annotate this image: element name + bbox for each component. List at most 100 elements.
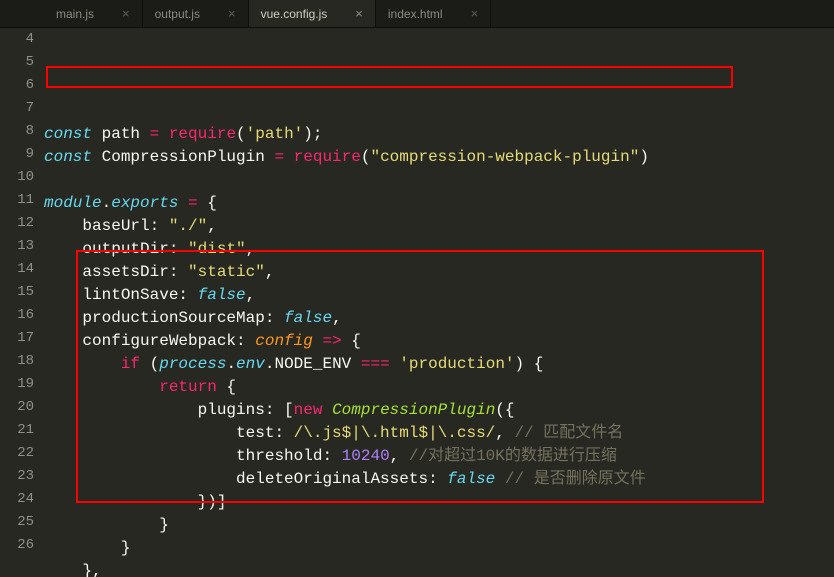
code-token: "./" xyxy=(169,217,207,235)
code-line[interactable]: } xyxy=(44,514,834,537)
code-line[interactable]: threshold: 10240, //对超过10K的数据进行压缩 xyxy=(44,445,834,468)
code-token: = xyxy=(188,194,198,212)
code-token: .NODE_ENV xyxy=(265,355,361,373)
tab[interactable]: output.js × xyxy=(143,0,249,27)
code-token: "dist" xyxy=(188,240,246,258)
code-line[interactable]: } xyxy=(44,537,834,560)
code-token xyxy=(178,194,188,212)
tab-label: output.js xyxy=(155,7,200,21)
code-line[interactable] xyxy=(44,169,834,192)
code-token: config xyxy=(255,332,313,350)
line-number: 9 xyxy=(0,143,44,166)
code-token: baseUrl: xyxy=(44,217,169,235)
code-token: 'path' xyxy=(246,125,304,143)
line-number: 14 xyxy=(0,258,44,281)
code-token: ( xyxy=(236,125,246,143)
tab-label: index.html xyxy=(388,7,443,21)
code-token: , xyxy=(246,240,256,258)
code-line[interactable]: if (process.env.NODE_ENV === 'production… xyxy=(44,353,834,376)
code-token: require xyxy=(294,148,361,166)
code-token xyxy=(44,355,121,373)
code-line[interactable]: productionSourceMap: false, xyxy=(44,307,834,330)
code-token: "compression-webpack-plugin" xyxy=(370,148,639,166)
code-line[interactable]: })] xyxy=(44,491,834,514)
line-number: 15 xyxy=(0,281,44,304)
code-token xyxy=(313,332,323,350)
code-token: . xyxy=(102,194,112,212)
code-line[interactable]: outputDir: "dist", xyxy=(44,238,834,261)
code-content[interactable]: const path = require('path');const Compr… xyxy=(44,28,834,577)
close-icon[interactable]: × xyxy=(471,6,479,21)
code-token: { xyxy=(217,378,236,396)
code-line[interactable]: module.exports = { xyxy=(44,192,834,215)
line-number: 22 xyxy=(0,442,44,465)
close-icon[interactable]: × xyxy=(228,6,236,21)
code-token: = xyxy=(274,148,293,166)
code-line[interactable]: return { xyxy=(44,376,834,399)
code-token: const xyxy=(44,148,102,166)
line-number: 23 xyxy=(0,465,44,488)
code-token: ( xyxy=(140,355,159,373)
code-token: { xyxy=(342,332,361,350)
code-line[interactable]: plugins: [new CompressionPlugin({ xyxy=(44,399,834,422)
line-number: 20 xyxy=(0,396,44,419)
code-token: CompressionPlugin xyxy=(102,148,275,166)
tab-label: main.js xyxy=(56,7,94,21)
code-token: return xyxy=(159,378,217,396)
code-token xyxy=(44,378,159,396)
code-line[interactable]: deleteOriginalAssets: false // 是否删除原文件 xyxy=(44,468,834,491)
code-token: test: xyxy=(44,424,294,442)
line-number: 12 xyxy=(0,212,44,235)
code-token: }, xyxy=(44,562,102,577)
line-number: 13 xyxy=(0,235,44,258)
line-number: 4 xyxy=(0,28,44,51)
code-token: require xyxy=(169,125,236,143)
line-number: 17 xyxy=(0,327,44,350)
line-number: 10 xyxy=(0,166,44,189)
code-token: ) { xyxy=(515,355,544,373)
code-token: lintOnSave: xyxy=(44,286,198,304)
tab[interactable]: vue.config.js × xyxy=(249,0,376,27)
code-token: => xyxy=(322,332,341,350)
code-line[interactable]: const path = require('path'); xyxy=(44,123,834,146)
code-token: //对超过10K的数据进行压缩 xyxy=(409,447,617,465)
code-token: assetsDir: xyxy=(44,263,188,281)
code-token: } xyxy=(44,516,169,534)
code-line[interactable]: configureWebpack: config => { xyxy=(44,330,834,353)
code-token: configureWebpack: xyxy=(44,332,255,350)
tab[interactable]: index.html × xyxy=(376,0,491,27)
code-line[interactable]: assetsDir: "static", xyxy=(44,261,834,284)
code-line[interactable] xyxy=(44,100,834,123)
code-token: // 是否删除原文件 xyxy=(505,470,646,488)
code-token: false xyxy=(198,286,246,304)
code-token: = xyxy=(150,125,169,143)
code-token: productionSourceMap: xyxy=(44,309,284,327)
tabs-bar: main.js×output.js×vue.config.js×index.ht… xyxy=(0,0,834,28)
line-number: 16 xyxy=(0,304,44,327)
line-number: 19 xyxy=(0,373,44,396)
code-token: } xyxy=(44,539,130,557)
code-token: env xyxy=(236,355,265,373)
code-token: /\.js$|\.html$|\.css/ xyxy=(294,424,496,442)
tab[interactable]: main.js × xyxy=(44,0,143,27)
line-number: 8 xyxy=(0,120,44,143)
code-token: // 匹配文件名 xyxy=(514,424,623,442)
close-icon[interactable]: × xyxy=(355,6,363,21)
code-token xyxy=(495,470,505,488)
code-line[interactable]: baseUrl: "./", xyxy=(44,215,834,238)
code-line[interactable]: }, xyxy=(44,560,834,577)
code-token: threshold: xyxy=(44,447,342,465)
code-line[interactable]: const CompressionPlugin = require("compr… xyxy=(44,146,834,169)
code-token: , xyxy=(495,424,514,442)
code-editor: main.js×output.js×vue.config.js×index.ht… xyxy=(0,0,834,577)
close-icon[interactable]: × xyxy=(122,6,130,21)
code-token: , xyxy=(390,447,409,465)
code-line[interactable]: test: /\.js$|\.html$|\.css/, // 匹配文件名 xyxy=(44,422,834,445)
code-token: , xyxy=(332,309,342,327)
code-token: outputDir: xyxy=(44,240,188,258)
code-token: ) xyxy=(639,148,649,166)
tab-label: vue.config.js xyxy=(261,7,328,21)
code-line[interactable]: lintOnSave: false, xyxy=(44,284,834,307)
code-area[interactable]: 4567891011121314151617181920212223242526… xyxy=(0,28,834,577)
line-number-gutter: 4567891011121314151617181920212223242526 xyxy=(0,28,44,577)
